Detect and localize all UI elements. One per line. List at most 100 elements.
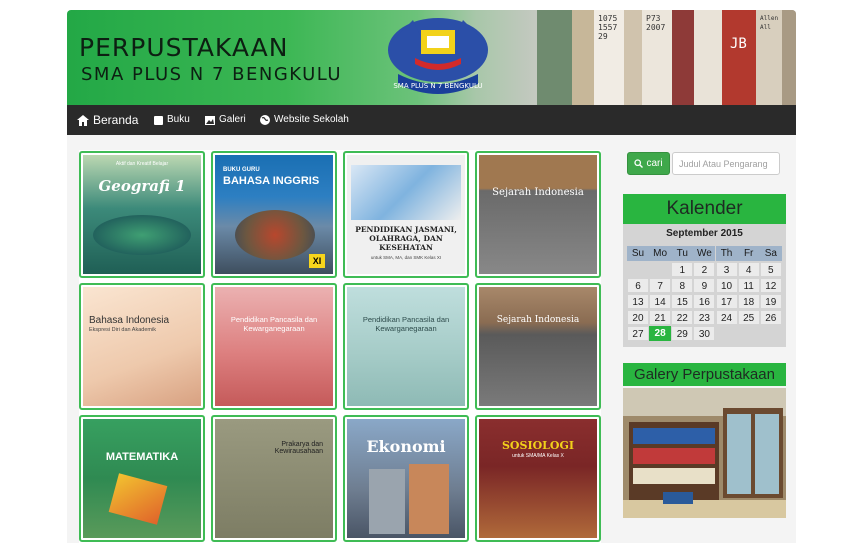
book-subtitle: untuk SMA, MA, dan SMK Kelas XI [370,255,442,260]
weekday-label: Tu [671,246,694,261]
image-icon [205,115,215,125]
book-card[interactable]: Sejarah Indonesia [475,151,601,278]
nav-home[interactable]: Beranda [77,105,138,135]
calendar-day[interactable]: 6 [627,278,649,293]
calendar-day[interactable]: 11 [737,278,760,293]
site-title: PERPUSTAKAAN [79,33,289,62]
book-subtitle: BUKU GURU [223,167,260,173]
nav-website-sekolah[interactable]: Website Sekolah [260,105,349,135]
nav-home-label: Beranda [93,113,139,127]
calendar-day[interactable]: 24 [715,310,738,325]
spine-label: 1075 1557 29 [598,14,618,41]
nav-buku-label: Buku [167,114,190,125]
book-subtitle: Ekspresi Diri dan Akademik [89,327,156,333]
book-title: MATEMATIKA [105,451,179,463]
book-card[interactable]: BUKU GURU BAHASA INGGRIS XI [211,151,337,278]
book-subtitle: Aktif dan Kreatif Belajar [115,161,169,167]
nav-galeri[interactable]: Galeri [205,105,246,135]
calendar-day[interactable]: 5 [759,262,782,277]
book-card[interactable]: SOSIOLOGI untuk SMA/MA Kelas X [475,415,601,542]
calendar-month: September 2015 [666,228,743,239]
book-title: Geografi 1 [98,177,186,195]
site-subtitle: SMA PLUS N 7 BENGKULU [81,64,343,85]
book-title: Pendidikan Pancasila dan Kewarganegaraan [362,315,450,333]
book-icon [154,115,163,125]
book-card[interactable]: Geografi 1 Aktif dan Kreatif Belajar [79,151,205,278]
calendar-day[interactable]: 2 [693,262,716,277]
book-card[interactable]: Prakarya dan Kewirausahaan [211,415,337,542]
book-title: Prakarya dan Kewirausahaan [274,441,323,455]
nav-website-label: Website Sekolah [274,114,349,125]
nav-buku[interactable]: Buku [154,105,190,135]
calendar-day[interactable]: 4 [737,262,760,277]
calendar-day[interactable]: 21 [649,310,672,325]
book-card[interactable]: Ekonomi [343,415,469,542]
calendar-week-row: 20 21 22 23 24 25 26 [627,310,782,326]
calendar-day[interactable]: 16 [693,294,716,309]
calendar-widget: September 2015 Su Mo Tu We Th Fr Sa 1234… [623,224,786,347]
calendar-weekday-row: Su Mo Tu We Th Fr Sa [627,246,782,262]
calendar-day[interactable]: 15 [671,294,694,309]
calendar-day[interactable]: 19 [759,294,782,309]
calendar-empty-cell [738,326,760,341]
header-banner: PERPUSTAKAAN SMA PLUS N 7 BENGKULU SMA P… [67,10,796,105]
calendar-empty-cell [716,326,738,341]
calendar-week-row: 13 14 15 16 17 18 19 [627,294,782,310]
calendar-grid: Su Mo Tu We Th Fr Sa 1 2 3 4 5 6 7 8 9 10 11 12 13 14… [627,246,782,342]
calendar-day[interactable]: 20 [627,310,649,325]
calendar-day[interactable]: 22 [671,310,694,325]
calendar-day-today[interactable]: 28 [649,326,672,341]
gallery-photo[interactable] [623,388,786,518]
calendar-day[interactable]: 27 [627,326,649,341]
library-photo [623,388,786,518]
book-title: SOSIOLOGI [501,439,575,452]
calendar-day[interactable]: 18 [737,294,760,309]
book-card[interactable]: Sejarah Indonesia [475,283,601,410]
calendar-day[interactable]: 7 [649,278,672,293]
spine-label: P73 2007 [646,14,666,32]
school-logo: SMA PLUS N 7 BENGKULU [388,18,488,94]
weekday-label: We [693,246,716,261]
book-title: Bahasa Indonesia [89,315,170,326]
calendar-day[interactable]: 1 [671,262,694,277]
spine-label: JB [730,36,747,52]
calendar-day[interactable]: 29 [671,326,694,341]
search-button[interactable]: cari [627,152,670,175]
calendar-day[interactable]: 10 [715,278,738,293]
book-card[interactable]: MATEMATIKA [79,415,205,542]
nav-galeri-label: Galeri [219,114,246,125]
book-title: Sejarah Indonesia [496,315,580,325]
book-title: Sejarah Indonesia [492,187,584,198]
calendar-day[interactable]: 13 [627,294,649,309]
calendar-day[interactable]: 14 [649,294,672,309]
calendar-day[interactable]: 23 [693,310,716,325]
calendar-day[interactable]: 3 [715,262,738,277]
book-title: Pendidikan Pancasila dan Kewarganegaraan [230,315,318,333]
gallery-heading: Galery Perpustakaan [623,363,786,386]
calendar-empty-cell [760,326,782,341]
book-card[interactable]: Pendidikan Pancasila dan Kewarganegaraan [211,283,337,410]
book-subtitle: untuk SMA/MA Kelas X [512,453,564,459]
calendar-day[interactable]: 30 [693,326,716,341]
spine-label: Allen All [760,15,779,31]
calendar-week-row: 12345 [627,262,782,278]
book-card[interactable]: Pendidikan Pancasila dan Kewarganegaraan [343,283,469,410]
calendar-week-row: 6 7 8 9 10 11 12 [627,278,782,294]
book-grid: Geografi 1 Aktif dan Kreatif Belajar BUK… [79,150,601,543]
calendar-day[interactable]: 12 [759,278,782,293]
calendar-week-row: 27 28 29 30 [627,326,782,342]
calendar-day[interactable]: 8 [671,278,694,293]
search-button-label: cari [646,158,663,169]
search-icon [634,159,644,168]
search-input[interactable] [672,152,780,175]
calendar-empty-cell [627,262,649,277]
book-card[interactable]: PENDIDIKAN JASMANI, OLAHRAGA, DAN KESEHA… [343,151,469,278]
main-navbar: Beranda Buku Galeri Website Sekolah [67,105,796,135]
calendar-day[interactable]: 9 [693,278,716,293]
calendar-day[interactable]: 26 [759,310,782,325]
calendar-day[interactable]: 17 [715,294,738,309]
calendar-day[interactable]: 25 [737,310,760,325]
book-card[interactable]: Bahasa Indonesia Ekspresi Diri dan Akade… [79,283,205,410]
weekday-label: Su [627,246,649,261]
home-icon [77,114,89,126]
